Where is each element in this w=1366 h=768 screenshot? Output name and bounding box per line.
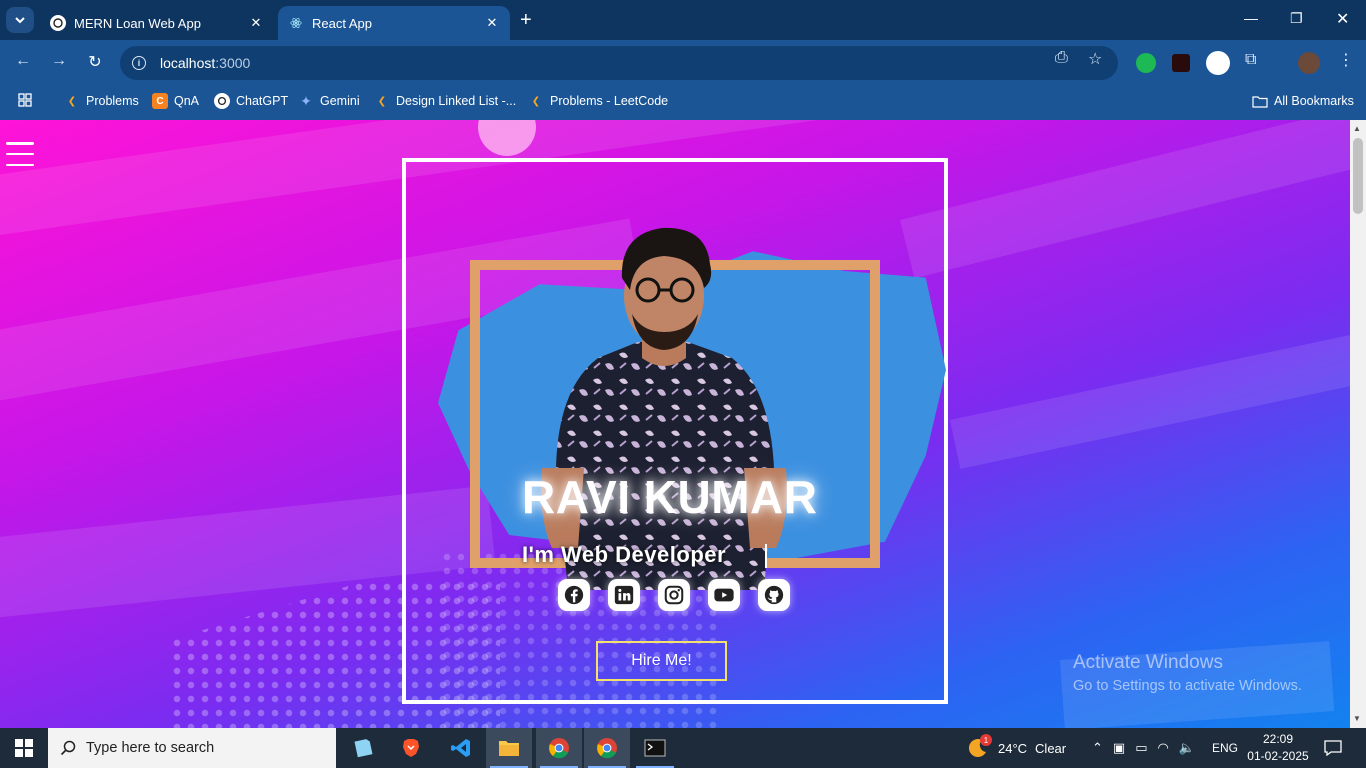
background-stripe xyxy=(900,120,1350,279)
hero-role: I'm Web Developer xyxy=(522,542,727,567)
new-tab-button[interactable]: + xyxy=(520,10,532,30)
notification-center-icon[interactable] xyxy=(1324,728,1342,768)
close-icon[interactable]: ✕ xyxy=(484,15,500,31)
site-info-icon[interactable]: i xyxy=(132,56,146,70)
tab-title: React App xyxy=(312,15,372,31)
windows-activation-watermark: Activate Windows Go to Settings to activ… xyxy=(1073,652,1302,694)
system-tray: ⌃ ▣ ▭ ◠ 🔈 xyxy=(1092,728,1195,768)
forward-icon[interactable]: → xyxy=(48,52,70,70)
typing-caret xyxy=(765,544,767,568)
bookmark-problems-leetcode[interactable]: ❮ Problems - LeetCode xyxy=(528,93,668,109)
all-bookmarks[interactable]: All Bookmarks xyxy=(1252,93,1354,109)
hamburger-menu-icon[interactable] xyxy=(6,142,34,166)
volume-icon[interactable]: 🔈 xyxy=(1179,740,1195,756)
reload-icon[interactable]: ↻ xyxy=(84,52,106,72)
leetcode-icon: ❮ xyxy=(377,95,387,107)
battery-icon[interactable]: ▭ xyxy=(1135,740,1147,756)
scroll-thumb[interactable] xyxy=(1353,138,1363,214)
close-icon[interactable]: ✕ xyxy=(248,15,264,31)
c-icon: C xyxy=(152,93,168,109)
taskbar-search-box[interactable]: Type here to search xyxy=(48,728,336,768)
hire-me-button[interactable]: Hire Me! xyxy=(596,641,727,681)
chatgpt-icon xyxy=(214,93,230,109)
extension-grammarly-icon[interactable] xyxy=(1136,53,1156,73)
back-icon[interactable]: ← xyxy=(12,52,34,70)
meet-now-icon[interactable]: ▣ xyxy=(1113,740,1125,756)
minimize-icon[interactable]: — xyxy=(1244,10,1258,26)
install-app-icon[interactable]: ⎙ xyxy=(1055,49,1068,67)
bookmark-design-linked-list[interactable]: ❮ Design Linked List -... xyxy=(374,93,516,109)
react-icon xyxy=(288,15,304,31)
weather-moon-icon: 1 xyxy=(966,734,992,760)
chatgpt-icon xyxy=(50,15,66,31)
profile-avatar[interactable] xyxy=(1298,52,1320,74)
leetcode-icon: ❮ xyxy=(531,95,541,107)
bookmark-star-icon[interactable]: ☆ xyxy=(1088,49,1102,69)
vscode-app-icon[interactable] xyxy=(438,728,484,768)
chrome-profile-app-icon[interactable] xyxy=(584,728,630,768)
leetcode-icon: ❮ xyxy=(67,95,77,107)
notepad-app-icon[interactable] xyxy=(340,728,386,768)
menu-kebab-icon[interactable]: ⋮ xyxy=(1338,50,1354,70)
facebook-icon[interactable] xyxy=(558,579,590,611)
linkedin-icon[interactable] xyxy=(608,579,640,611)
browser-toolbar: ← → ↻ i localhost:3000 ⎙ ☆ ⧉ ⋮ xyxy=(0,40,1366,86)
windows-start-icon[interactable] xyxy=(0,728,48,768)
chevron-down-icon xyxy=(15,17,25,24)
extension-ai-icon[interactable] xyxy=(1172,54,1190,72)
tab-search-button[interactable] xyxy=(6,7,34,33)
youtube-icon[interactable] xyxy=(708,579,740,611)
language-indicator[interactable]: ENG xyxy=(1212,728,1238,768)
windows-taskbar: Type here to search 1 24°C Clear ⌃ ▣ ▭ ◠ xyxy=(0,728,1366,768)
tab-mern-loan[interactable]: MERN Loan Web App ✕ xyxy=(40,6,274,40)
brave-browser-icon[interactable] xyxy=(388,728,434,768)
profile-photo xyxy=(420,210,950,590)
browser-tab-bar: MERN Loan Web App ✕ React App ✕ + — ❐ ✕ xyxy=(0,0,1366,40)
taskbar-clock[interactable]: 22:09 01-02-2025 xyxy=(1240,731,1316,765)
bookmark-problems[interactable]: ❮ Problems xyxy=(64,93,139,109)
search-icon xyxy=(60,740,76,756)
chevron-up-icon[interactable]: ⌃ xyxy=(1092,740,1103,756)
chrome-app-icon[interactable] xyxy=(536,728,582,768)
hero-name: RAVI KUMAR xyxy=(522,471,818,523)
background-stripe xyxy=(950,324,1350,469)
extensions-puzzle-icon[interactable]: ⧉ xyxy=(1245,51,1256,69)
apps-grid-icon[interactable] xyxy=(18,93,32,107)
scroll-up-icon[interactable]: ▲ xyxy=(1353,124,1361,133)
page-scrollbar[interactable]: ▲ ▼ xyxy=(1350,120,1366,728)
instagram-icon[interactable] xyxy=(658,579,690,611)
terminal-app-icon[interactable] xyxy=(632,728,678,768)
social-links xyxy=(558,579,790,611)
folder-icon xyxy=(1252,93,1268,109)
github-icon[interactable] xyxy=(758,579,790,611)
weather-widget[interactable]: 1 24°C Clear xyxy=(966,728,1066,768)
url-text: localhost:3000 xyxy=(160,55,251,71)
gemini-icon: ✦ xyxy=(300,92,312,109)
tab-react-app[interactable]: React App ✕ xyxy=(278,6,510,40)
wifi-icon[interactable]: ◠ xyxy=(1158,740,1169,756)
address-bar[interactable]: i localhost:3000 xyxy=(120,46,1118,80)
extension-darkmode-icon[interactable] xyxy=(1206,51,1230,75)
bookmarks-bar: ❮ Problems C QnA ChatGPT ✦ Gemini ❮ Desi… xyxy=(0,86,1366,120)
bookmark-qna[interactable]: C QnA xyxy=(152,93,199,109)
restore-icon[interactable]: ❐ xyxy=(1290,10,1303,27)
person-illustration xyxy=(541,227,787,590)
bookmark-gemini[interactable]: ✦ Gemini xyxy=(298,92,359,109)
bookmark-chatgpt[interactable]: ChatGPT xyxy=(214,93,288,109)
file-explorer-icon[interactable] xyxy=(486,728,532,768)
scroll-down-icon[interactable]: ▼ xyxy=(1353,714,1361,723)
tab-title: MERN Loan Web App xyxy=(74,15,201,31)
close-window-icon[interactable]: ✕ xyxy=(1336,9,1349,29)
